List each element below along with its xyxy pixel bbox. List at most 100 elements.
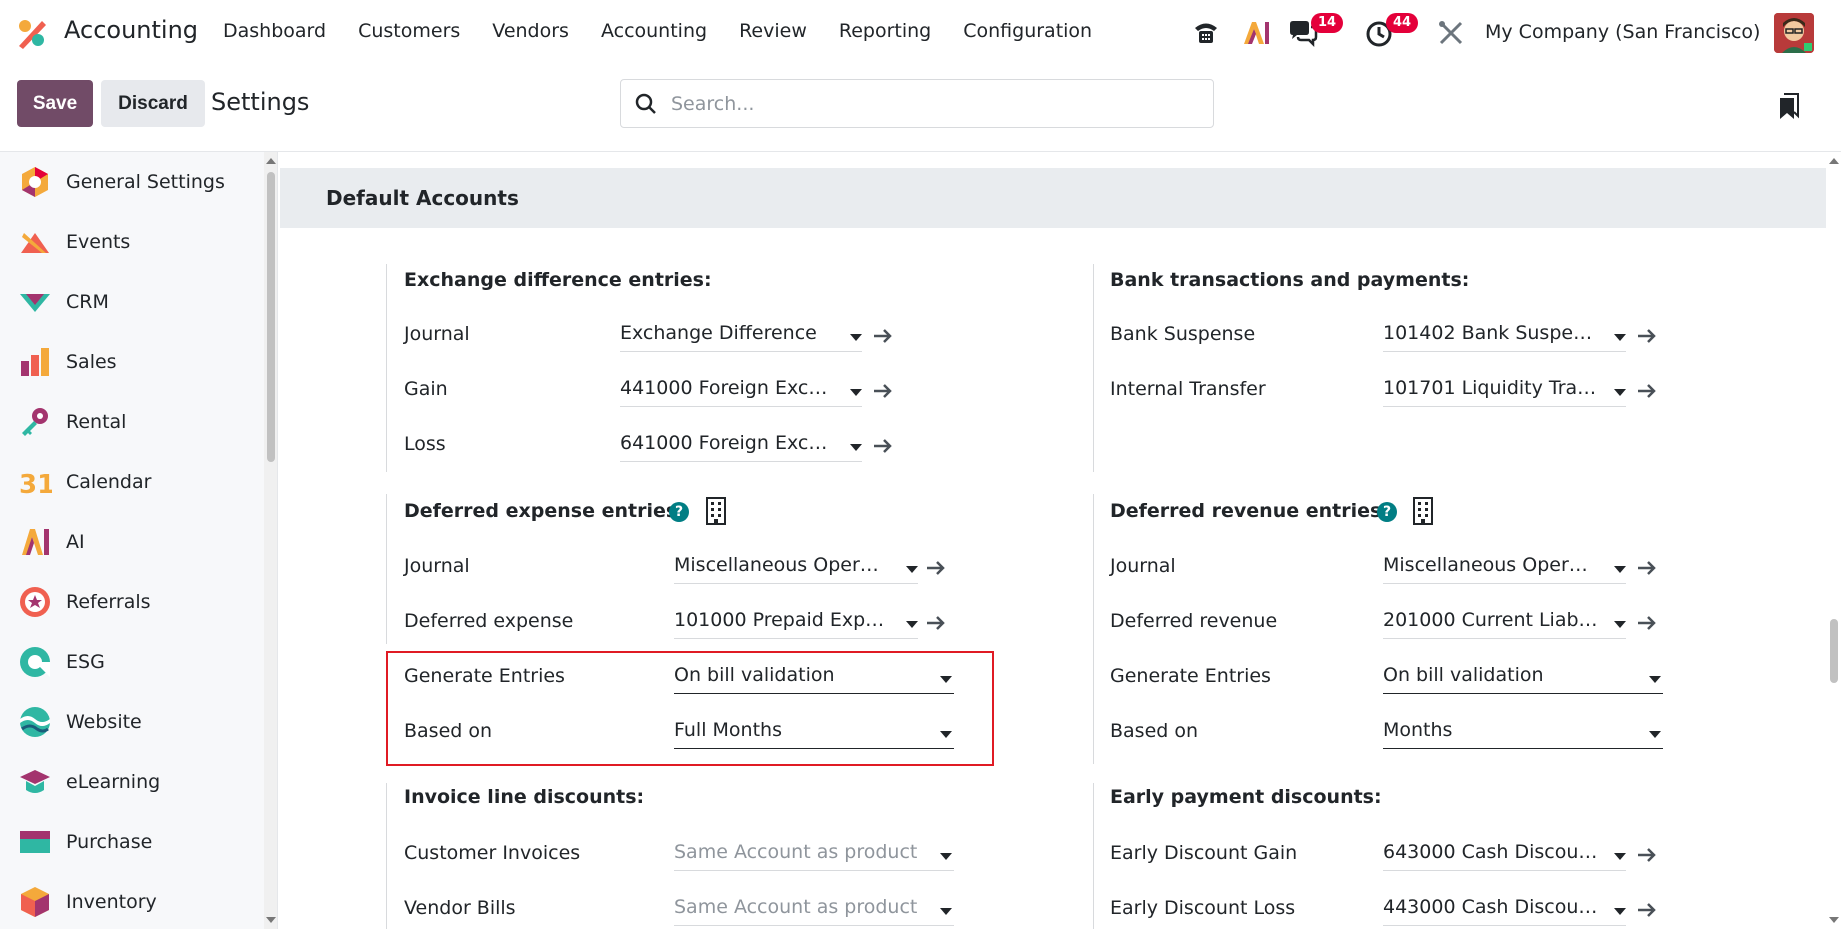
search-input[interactable] (671, 92, 1191, 115)
sidebar-item-label: Website (66, 711, 142, 733)
dropdown-caret-icon[interactable] (906, 566, 918, 573)
block-divider (1093, 783, 1094, 929)
vendor-bills-label: Vendor Bills (404, 897, 516, 919)
sidebar-item-website[interactable]: Website (0, 692, 264, 752)
scroll-up-icon[interactable] (266, 158, 276, 164)
scroll-down-icon[interactable] (1829, 917, 1839, 923)
vendor-bills-field[interactable]: Same Account as product (674, 894, 954, 926)
sidebar-item-ai[interactable]: AI (0, 512, 264, 572)
deferred-revenue-journal-field[interactable]: Miscellaneous Oper… (1383, 552, 1626, 584)
sidebar-item-label: eLearning (66, 771, 161, 793)
sidebar-item-calendar[interactable]: 31 Calendar (0, 452, 264, 512)
search-bar[interactable] (620, 79, 1214, 128)
customer-invoices-field[interactable]: Same Account as product (674, 839, 954, 871)
sidebar-scroll-thumb[interactable] (267, 172, 275, 462)
internal-link-arrow-icon[interactable] (1636, 557, 1658, 579)
menu-accounting[interactable]: Accounting (601, 20, 707, 42)
ai-icon (22, 529, 49, 555)
sidebar-item-label: Purchase (66, 831, 153, 853)
menu-reporting[interactable]: Reporting (839, 20, 931, 42)
dropdown-caret-icon[interactable] (1614, 334, 1626, 341)
app-name[interactable]: Accounting (64, 16, 198, 44)
dropdown-caret-icon[interactable] (940, 853, 952, 860)
deferred-revenue-generate-label: Generate Entries (1110, 665, 1271, 687)
dropdown-caret-icon[interactable] (906, 621, 918, 628)
main-scroll-thumb[interactable] (1830, 619, 1838, 683)
early-discount-loss-field[interactable]: 443000 Cash Discou… (1383, 894, 1626, 926)
dropdown-caret-icon[interactable] (850, 389, 862, 396)
phone-icon[interactable] (1189, 16, 1223, 50)
sidebar-item-esg[interactable]: ESG (0, 632, 264, 692)
early-discount-gain-field[interactable]: 643000 Cash Discou… (1383, 839, 1626, 871)
sidebar-item-referrals[interactable]: Referrals (0, 572, 264, 632)
company-switcher[interactable]: My Company (San Francisco) (1485, 21, 1760, 43)
internal-link-arrow-icon[interactable] (872, 325, 894, 347)
section-title: Default Accounts (326, 186, 519, 210)
sidebar-item-purchase[interactable]: Purchase (0, 812, 264, 872)
sidebar-divider (277, 152, 278, 929)
menu-dashboard[interactable]: Dashboard (223, 20, 326, 42)
menu-review[interactable]: Review (739, 20, 807, 42)
dropdown-caret-icon[interactable] (940, 908, 952, 915)
help-icon[interactable]: ? (669, 502, 689, 522)
internal-link-arrow-icon[interactable] (925, 557, 947, 579)
dropdown-caret-icon[interactable] (1614, 908, 1626, 915)
menu-vendors[interactable]: Vendors (492, 20, 569, 42)
dropdown-caret-icon[interactable] (1614, 389, 1626, 396)
exchange-loss-field[interactable]: 641000 Foreign Exch… (620, 430, 862, 462)
exchange-journal-field[interactable]: Exchange Difference (620, 320, 862, 352)
invoice-discounts-title: Invoice line discounts: (404, 786, 645, 808)
sidebar-scrollbar[interactable] (264, 152, 278, 929)
deferred-expense-journal-label: Journal (404, 555, 470, 577)
dropdown-caret-icon[interactable] (1649, 731, 1661, 738)
bank-suspense-field[interactable]: 101402 Bank Suspen… (1383, 320, 1626, 352)
internal-link-arrow-icon[interactable] (1636, 844, 1658, 866)
sidebar-item-rental[interactable]: Rental (0, 392, 264, 452)
internal-link-arrow-icon[interactable] (872, 435, 894, 457)
internal-link-arrow-icon[interactable] (925, 612, 947, 634)
main-scrollbar[interactable] (1826, 152, 1841, 929)
deferred-revenue-generate-select[interactable]: On bill validation (1383, 662, 1663, 694)
help-icon[interactable]: ? (1377, 502, 1397, 522)
exchange-gain-field[interactable]: 441000 Foreign Exch… (620, 375, 862, 407)
sidebar-item-general-settings[interactable]: General Settings (0, 152, 264, 212)
bank-transfer-field[interactable]: 101701 Liquidity Tra… (1383, 375, 1626, 407)
user-avatar[interactable] (1774, 13, 1814, 53)
internal-link-arrow-icon[interactable] (1636, 612, 1658, 634)
scroll-up-icon[interactable] (1829, 158, 1839, 164)
bookmarks-icon[interactable] (1778, 92, 1800, 120)
sidebar-item-inventory[interactable]: Inventory (0, 872, 264, 929)
menu-configuration[interactable]: Configuration (963, 20, 1092, 42)
early-discounts-title: Early payment discounts: (1110, 786, 1382, 808)
internal-link-arrow-icon[interactable] (1636, 380, 1658, 402)
deferred-revenue-account-field[interactable]: 201000 Current Liab… (1383, 607, 1626, 639)
discard-button[interactable]: Discard (101, 80, 205, 127)
sidebar-item-label: Referrals (66, 591, 151, 613)
dropdown-caret-icon[interactable] (850, 444, 862, 451)
sidebar-item-crm[interactable]: CRM (0, 272, 264, 332)
sidebar-item-events[interactable]: Events (0, 212, 264, 272)
sidebar-item-label: Events (66, 231, 131, 253)
deferred-expense-account-field[interactable]: 101000 Prepaid Exp… (674, 607, 918, 639)
deferred-revenue-based-select[interactable]: Months (1383, 717, 1663, 749)
sidebar-item-sales[interactable]: Sales (0, 332, 264, 392)
save-button[interactable]: Save (17, 80, 93, 127)
deferred-expense-journal-field[interactable]: Miscellaneous Oper… (674, 552, 918, 584)
sidebar-item-label: Rental (66, 411, 127, 433)
internal-link-arrow-icon[interactable] (1636, 325, 1658, 347)
dropdown-caret-icon[interactable] (1649, 676, 1661, 683)
settings-sidebar: General Settings Events CRM Sales Rental (0, 152, 264, 929)
sidebar-item-elearning[interactable]: eLearning (0, 752, 264, 812)
accounting-app-icon[interactable] (16, 17, 48, 49)
internal-link-arrow-icon[interactable] (1636, 899, 1658, 921)
deferred-revenue-based-label: Based on (1110, 720, 1199, 742)
dropdown-caret-icon[interactable] (1614, 853, 1626, 860)
dropdown-caret-icon[interactable] (1614, 566, 1626, 573)
dropdown-caret-icon[interactable] (1614, 621, 1626, 628)
menu-customers[interactable]: Customers (358, 20, 460, 42)
tools-icon[interactable] (1434, 16, 1468, 50)
internal-link-arrow-icon[interactable] (872, 380, 894, 402)
scroll-down-icon[interactable] (266, 917, 276, 923)
dropdown-caret-icon[interactable] (850, 334, 862, 341)
ai-icon[interactable] (1240, 16, 1274, 50)
